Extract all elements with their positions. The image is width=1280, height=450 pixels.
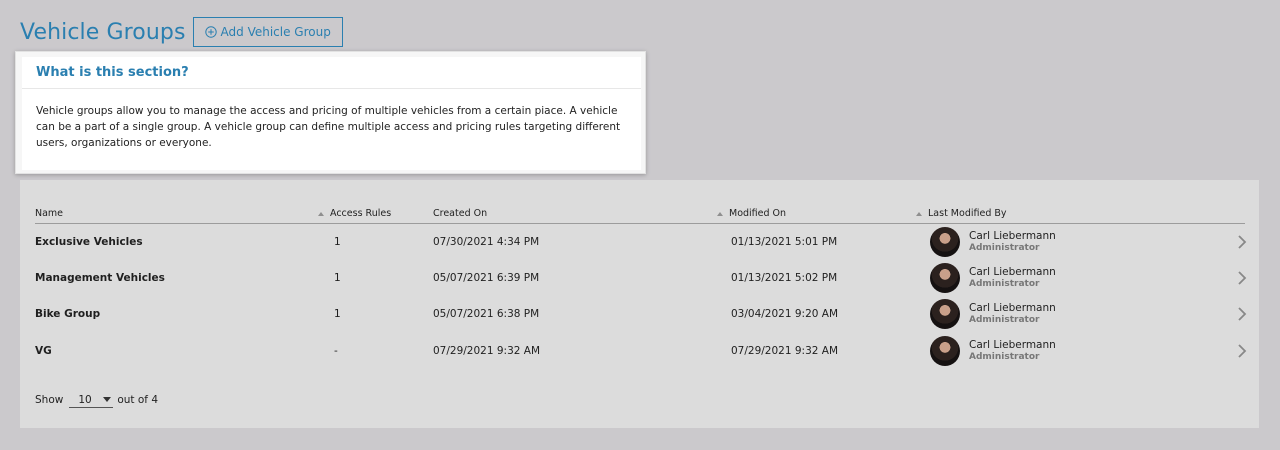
avatar bbox=[930, 263, 960, 293]
avatar bbox=[930, 299, 960, 329]
group-name: VG bbox=[35, 345, 52, 357]
page-size-value: 10 bbox=[78, 393, 92, 406]
page-size-select[interactable]: 10 bbox=[69, 392, 114, 408]
table-row[interactable]: Bike Group 1 05/07/2021 6:38 PM 03/04/20… bbox=[35, 296, 1250, 332]
column-header-created-on[interactable]: Created On bbox=[433, 208, 487, 219]
caret-down-icon bbox=[103, 397, 112, 402]
user-name: Carl Liebermann bbox=[969, 339, 1056, 351]
column-header-name[interactable]: Name bbox=[35, 208, 63, 219]
user-role: Administrator bbox=[969, 279, 1040, 289]
chevron-right-icon[interactable] bbox=[1235, 306, 1249, 322]
created-on: 05/07/2021 6:39 PM bbox=[433, 272, 540, 284]
avatar bbox=[930, 336, 960, 366]
sort-asc-icon[interactable] bbox=[717, 211, 723, 216]
access-rules-count: - bbox=[334, 345, 338, 357]
column-header-modified-on[interactable]: Modified On bbox=[717, 208, 786, 219]
show-label: Show bbox=[35, 394, 64, 406]
info-title: What is this section? bbox=[22, 57, 641, 89]
user-role: Administrator bbox=[969, 243, 1040, 253]
add-vehicle-group-label: Add Vehicle Group bbox=[220, 25, 331, 39]
chevron-right-icon[interactable] bbox=[1235, 234, 1249, 250]
modified-by-user: Carl Liebermann Administrator bbox=[969, 230, 1056, 254]
chevron-right-icon[interactable] bbox=[1235, 270, 1249, 286]
access-rules-count: 1 bbox=[334, 236, 341, 248]
table-row[interactable]: Exclusive Vehicles 1 07/30/2021 4:34 PM … bbox=[35, 224, 1250, 260]
sort-asc-icon[interactable] bbox=[916, 211, 922, 216]
page-title: Vehicle Groups bbox=[20, 19, 186, 45]
access-rules-count: 1 bbox=[334, 272, 341, 284]
modified-by-user: Carl Liebermann Administrator bbox=[969, 266, 1056, 290]
user-role: Administrator bbox=[969, 352, 1040, 362]
vehicle-groups-table: Name Access Rules Created On Modified On… bbox=[20, 180, 1259, 428]
chevron-right-icon[interactable] bbox=[1235, 343, 1249, 359]
plus-circle-icon bbox=[204, 26, 217, 38]
modified-on: 01/13/2021 5:02 PM bbox=[731, 272, 838, 284]
modified-on: 03/04/2021 9:20 AM bbox=[731, 308, 839, 320]
created-on: 07/29/2021 9:32 AM bbox=[433, 345, 541, 357]
info-body: Vehicle groups allow you to manage the a… bbox=[36, 105, 621, 149]
table-row[interactable]: VG - 07/29/2021 9:32 AM 07/29/2021 9:32 … bbox=[35, 333, 1250, 369]
table-row[interactable]: Management Vehicles 1 05/07/2021 6:39 PM… bbox=[35, 260, 1250, 296]
out-of-label: out of 4 bbox=[117, 394, 159, 406]
modified-by-user: Carl Liebermann Administrator bbox=[969, 339, 1056, 363]
column-created-on-label: Created On bbox=[433, 208, 488, 219]
add-vehicle-group-button[interactable]: Add Vehicle Group bbox=[192, 17, 343, 47]
access-rules-count: 1 bbox=[334, 308, 341, 320]
user-name: Carl Liebermann bbox=[969, 266, 1056, 278]
user-name: Carl Liebermann bbox=[969, 302, 1056, 314]
avatar bbox=[930, 227, 960, 257]
user-role: Administrator bbox=[969, 315, 1040, 325]
modified-by-user: Carl Liebermann Administrator bbox=[969, 302, 1056, 326]
info-card: What is this section? Vehicle groups all… bbox=[22, 57, 641, 170]
modified-on: 07/29/2021 9:32 AM bbox=[731, 345, 839, 357]
column-access-rules-label: Access Rules bbox=[330, 208, 392, 219]
column-header-last-modified-by[interactable]: Last Modified By bbox=[916, 208, 1007, 219]
info-panel: What is this section? Vehicle groups all… bbox=[15, 51, 646, 174]
column-name-label: Name bbox=[35, 208, 64, 219]
pagination: Show 10 out of 4 bbox=[35, 392, 158, 408]
modified-on: 01/13/2021 5:01 PM bbox=[731, 236, 838, 248]
user-name: Carl Liebermann bbox=[969, 230, 1056, 242]
created-on: 05/07/2021 6:38 PM bbox=[433, 308, 540, 320]
header: Vehicle Groups Add Vehicle Group bbox=[20, 17, 343, 47]
column-last-modified-by-label: Last Modified By bbox=[928, 208, 1007, 219]
group-name: Bike Group bbox=[35, 308, 101, 320]
table-header: Name Access Rules Created On Modified On… bbox=[35, 203, 1245, 224]
group-name: Exclusive Vehicles bbox=[35, 236, 143, 248]
sort-asc-icon[interactable] bbox=[318, 211, 324, 216]
column-header-access-rules[interactable]: Access Rules bbox=[318, 208, 391, 219]
page: Vehicle Groups Add Vehicle Group What is… bbox=[0, 0, 1280, 450]
group-name: Management Vehicles bbox=[35, 272, 165, 284]
created-on: 07/30/2021 4:34 PM bbox=[433, 236, 540, 248]
column-modified-on-label: Modified On bbox=[729, 208, 787, 219]
